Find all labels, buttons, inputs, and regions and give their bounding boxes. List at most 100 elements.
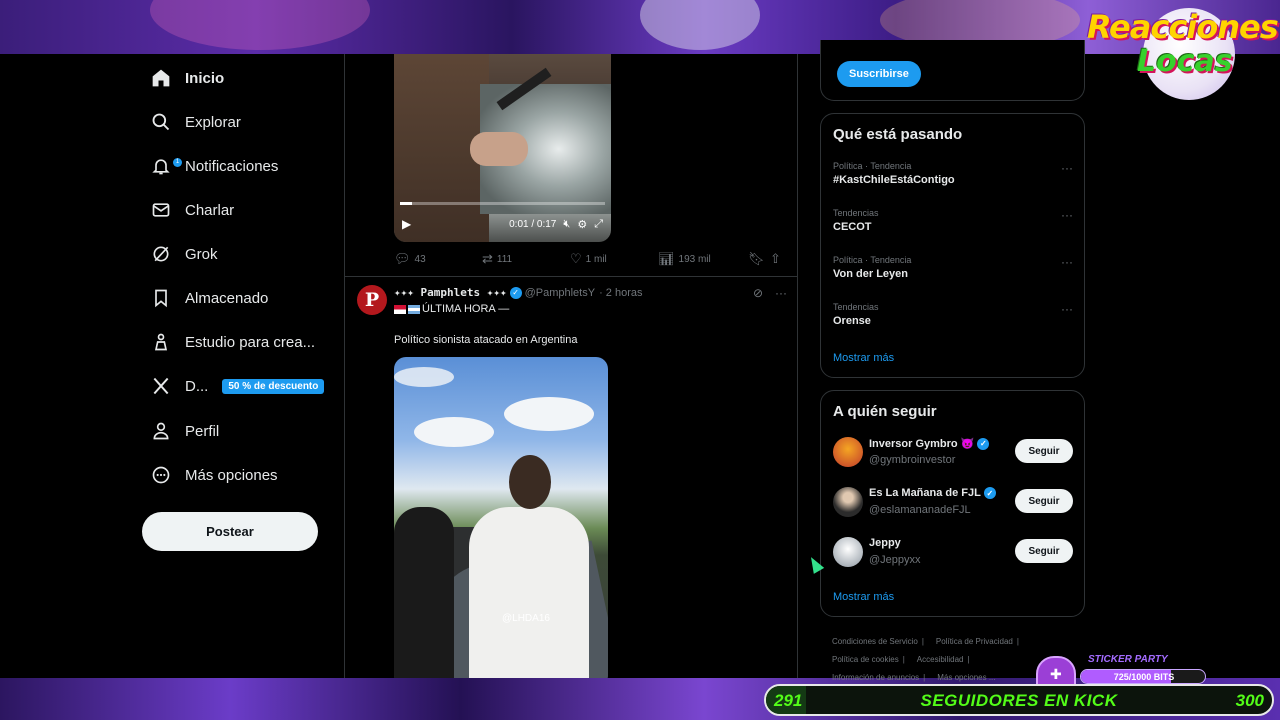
follower-goal-current: 291: [774, 691, 803, 710]
more-icon[interactable]: ···: [775, 286, 787, 300]
more-icon[interactable]: ···: [1061, 208, 1073, 222]
nav-item-premium[interactable]: D... 50 % de descuento: [150, 370, 325, 402]
nav-label: Grok: [185, 245, 218, 263]
nav-item-creator-studio[interactable]: Estudio para crea...: [150, 326, 315, 358]
nav-label: Almacenado: [185, 289, 269, 307]
nav-item-notifications[interactable]: 1 Notificaciones: [150, 150, 278, 182]
suggestion-handle: @eslamananadeFJL: [869, 504, 971, 516]
author-name[interactable]: ✦✦✦ Pamphlets ✦✦✦: [394, 286, 507, 299]
views-count: 193 mil: [678, 253, 711, 265]
video-frame: [509, 455, 551, 509]
tweet-text-1: ÚLTIMA HORA —: [422, 303, 510, 315]
footer-link[interactable]: Más opciones ...: [937, 673, 995, 682]
bookmark-icon: [150, 287, 172, 309]
trend-name: Orense: [833, 315, 871, 327]
premium-card: Suscribirse: [820, 40, 1085, 101]
sticker-party-title: STICKER PARTY: [1088, 654, 1168, 665]
follow-button[interactable]: Seguir: [1015, 539, 1073, 563]
trend-meta: Política · Tendencia: [833, 161, 912, 171]
creator-studio-icon: [150, 331, 172, 353]
bookmark-icon: 🔖︎: [748, 251, 765, 266]
x-logo-icon: [150, 375, 172, 397]
nav-item-messages[interactable]: Charlar: [150, 194, 234, 226]
overlay-smoke: [640, 0, 760, 50]
nav-label: Perfil: [185, 422, 220, 440]
tweet-video-player[interactable]: @LHDA16: [394, 357, 608, 678]
more-icon[interactable]: ···: [1061, 161, 1073, 175]
nav-item-bookmarks[interactable]: Almacenado: [150, 282, 268, 314]
tweet-video-player[interactable]: ▶ 0:01 / 0:17 🔇︎ ⚙ ⤢: [394, 54, 611, 242]
plus-icon: ✚: [1050, 666, 1062, 682]
avatar[interactable]: [833, 437, 863, 467]
avatar[interactable]: [833, 487, 863, 517]
share-icon: ⇧: [770, 251, 781, 266]
trend-name: Von der Leyen: [833, 268, 908, 280]
footer-link[interactable]: Accesibilidad: [917, 655, 964, 664]
subscribe-button[interactable]: Suscribirse: [837, 61, 921, 87]
nav-item-more[interactable]: Más opciones: [150, 459, 278, 491]
suggestion-handle: @Jeppyxx: [869, 554, 921, 566]
tweet-text-2: Político sionista atacado en Argentina: [394, 334, 578, 346]
follower-goal-target: 300: [1235, 691, 1264, 710]
video-progress-bar[interactable]: [400, 202, 605, 205]
trend-name: #KastChileEstáContigo: [833, 174, 955, 186]
home-icon: [150, 67, 172, 89]
nav-item-grok[interactable]: Grok: [150, 238, 218, 270]
views-icon: 📊︎: [658, 251, 675, 266]
mail-icon: [150, 199, 172, 221]
tweet[interactable]: P ✦✦✦ Pamphlets ✦✦✦ ✓ @PamphletsY · 2 ho…: [345, 278, 797, 678]
who-to-follow-card: A quién seguir Inversor Gymbro 😈 ✓ @gymbr…: [820, 390, 1085, 617]
person-icon: [150, 420, 172, 442]
grok-icon: [150, 243, 172, 265]
nav-label: Inicio: [185, 69, 225, 87]
avatar[interactable]: [833, 537, 863, 567]
trending-title: Qué está pasando: [833, 126, 963, 143]
like-button[interactable]: ♡ 1 mil: [570, 251, 658, 267]
repost-count: 111: [496, 253, 513, 265]
video-frame: [470, 132, 528, 166]
mute-icon[interactable]: 🔇︎: [563, 218, 570, 231]
tweet-time[interactable]: · 2 horas: [599, 287, 642, 299]
author-handle[interactable]: @PamphletsY: [525, 287, 595, 299]
trend-item[interactable]: Tendencias CECOT ···: [833, 208, 1073, 233]
notification-badge: 1: [173, 158, 182, 167]
more-icon[interactable]: ···: [1061, 255, 1073, 269]
trend-item[interactable]: Política · Tendencia Von der Leyen ···: [833, 255, 1073, 280]
follow-suggestion[interactable]: Es La Mañana de FJL ✓ @eslamananadeFJL Se…: [833, 487, 1073, 521]
tweet-header: ✦✦✦ Pamphlets ✦✦✦ ✓ @PamphletsY · 2 hora…: [394, 286, 643, 299]
fullscreen-icon[interactable]: ⤢: [594, 218, 603, 231]
nav-label: Charlar: [185, 201, 235, 219]
suggestion-name: Es La Mañana de FJL ✓: [869, 487, 999, 499]
trend-item[interactable]: Tendencias Orense ···: [833, 302, 1073, 327]
grok-icon[interactable]: ⊘: [753, 286, 763, 300]
settings-icon[interactable]: ⚙: [577, 218, 587, 231]
nav-item-explore[interactable]: Explorar: [150, 106, 241, 138]
more-icon[interactable]: ···: [1061, 302, 1073, 316]
reply-button[interactable]: 💬︎ 43: [394, 251, 482, 267]
share-button[interactable]: ⇧: [770, 251, 785, 267]
follow-show-more-link[interactable]: Mostrar más: [833, 591, 894, 603]
play-icon[interactable]: ▶: [402, 217, 411, 231]
trends-show-more-link[interactable]: Mostrar más: [833, 352, 894, 364]
footer-link[interactable]: Condiciones de Servicio: [832, 637, 918, 646]
follow-suggestion[interactable]: Inversor Gymbro 😈 ✓ @gymbroinvestor Segui…: [833, 437, 1073, 471]
views-button[interactable]: 📊︎ 193 mil: [658, 251, 748, 267]
nav-item-home[interactable]: Inicio: [150, 62, 224, 94]
follow-suggestion[interactable]: Jeppy @Jeppyxx Seguir: [833, 537, 1073, 571]
follow-button[interactable]: Seguir: [1015, 489, 1073, 513]
video-frame: [414, 417, 494, 447]
video-controls: ▶ 0:01 / 0:17 🔇︎ ⚙ ⤢: [394, 209, 611, 239]
footer-link[interactable]: Política de cookies: [832, 655, 899, 664]
video-frame: [469, 507, 589, 678]
more-circle-icon: [150, 464, 172, 486]
nav-item-profile[interactable]: Perfil: [150, 415, 219, 447]
post-button[interactable]: Postear: [142, 512, 318, 551]
footer-separator: |: [967, 655, 970, 664]
bookmark-button[interactable]: 🔖︎: [748, 251, 770, 267]
repost-button[interactable]: ⇄ 111: [482, 251, 570, 267]
follow-button[interactable]: Seguir: [1015, 439, 1073, 463]
footer-link[interactable]: Información de anuncios: [832, 673, 919, 682]
avatar[interactable]: P: [357, 285, 387, 315]
trend-item[interactable]: Política · Tendencia #KastChileEstáConti…: [833, 161, 1073, 186]
footer-link[interactable]: Política de Privacidad: [936, 637, 1013, 646]
